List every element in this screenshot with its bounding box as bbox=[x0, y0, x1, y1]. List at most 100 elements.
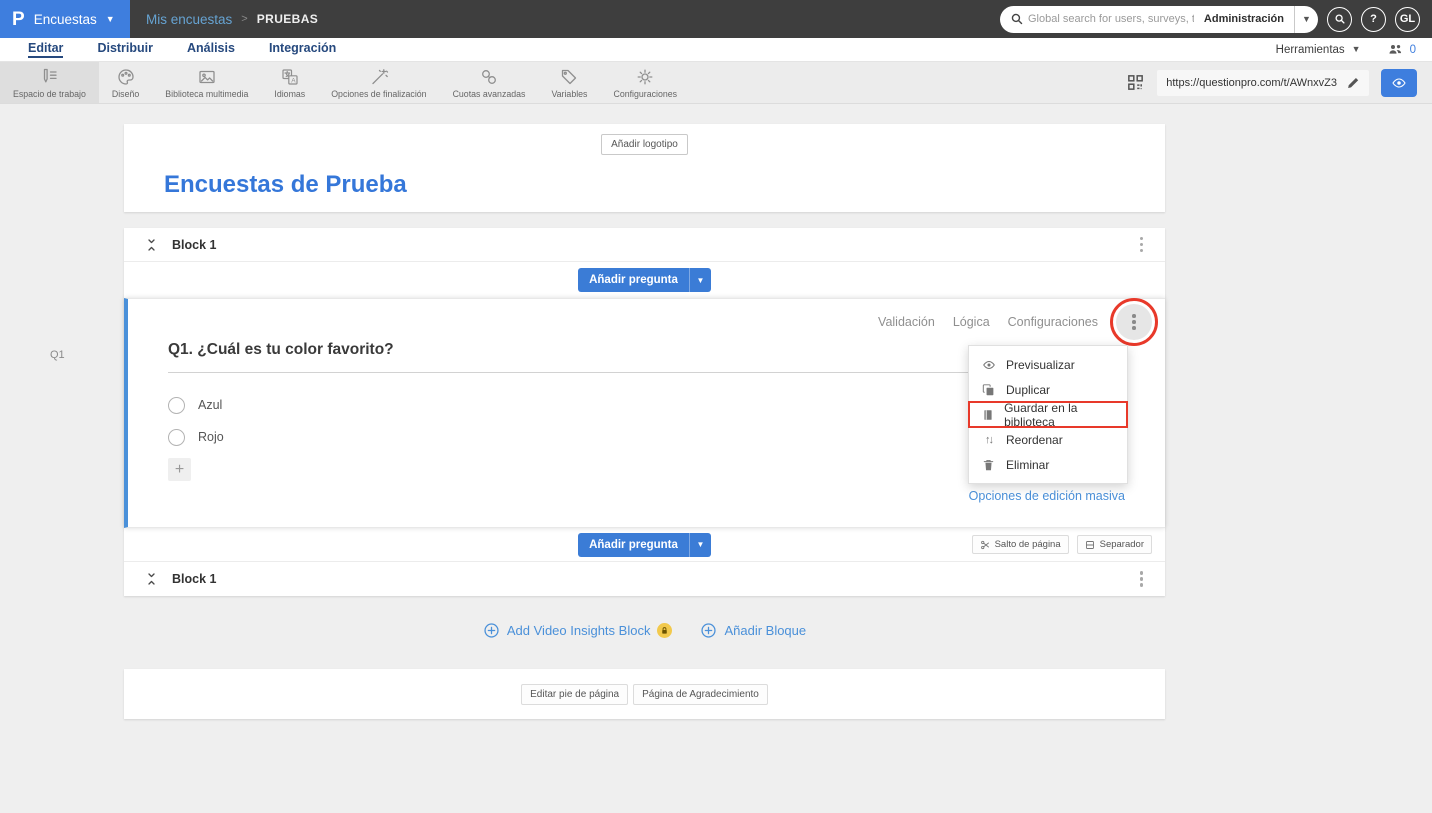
tab-integracion[interactable]: Integración bbox=[269, 41, 336, 58]
settings-link[interactable]: Configuraciones bbox=[1008, 315, 1098, 329]
plus-circle-icon bbox=[483, 622, 500, 639]
product-switcher[interactable]: P Encuestas ▼ bbox=[0, 0, 130, 38]
collaborators[interactable]: 0 bbox=[1387, 42, 1416, 57]
eye-icon bbox=[981, 358, 996, 372]
separator-button[interactable]: Separador bbox=[1076, 535, 1152, 554]
block-label[interactable]: Block 1 bbox=[172, 238, 216, 252]
page-controls: Salto de página Separador bbox=[971, 535, 1152, 554]
nav-right: Herramientas ▼ 0 bbox=[1276, 42, 1416, 57]
add-option-button[interactable]: + bbox=[168, 458, 191, 481]
tab-distribuir[interactable]: Distribuir bbox=[97, 41, 153, 58]
block-menu-kebab-icon[interactable] bbox=[1136, 567, 1148, 591]
breadcrumb: Mis encuestas > PRUEBAS bbox=[146, 12, 318, 27]
toolbar-item-diseno[interactable]: Diseño bbox=[99, 62, 152, 103]
survey-title[interactable]: Encuestas de Prueba bbox=[164, 171, 1165, 199]
add-question-row-bottom: Añadir pregunta ▼ Salto de página Separa… bbox=[124, 528, 1165, 562]
tab-editar[interactable]: Editar bbox=[28, 41, 64, 58]
add-question-button-2[interactable]: Añadir pregunta ▼ bbox=[578, 532, 711, 557]
tools-label: Herramientas bbox=[1275, 43, 1345, 56]
add-block-button[interactable]: Añadir Bloque bbox=[700, 622, 806, 639]
radio-icon[interactable] bbox=[168, 396, 185, 414]
question-card: Validación Lógica Configuraciones Q1. ¿C… bbox=[124, 298, 1165, 528]
radio-icon[interactable] bbox=[168, 428, 185, 446]
separator-icon bbox=[1085, 540, 1095, 550]
option-azul[interactable]: Azul bbox=[168, 389, 224, 421]
tab-analisis[interactable]: Análisis bbox=[187, 41, 235, 58]
avatar[interactable]: GL bbox=[1395, 6, 1420, 32]
reorder-icon: ↑↓ bbox=[985, 433, 994, 446]
trash-icon bbox=[981, 458, 996, 472]
add-logo-button[interactable]: Añadir logotipo bbox=[601, 134, 688, 155]
duplicate-icon bbox=[981, 383, 996, 397]
page-break-button[interactable]: Salto de página bbox=[971, 535, 1069, 554]
top-bar: P Encuestas ▼ Mis encuestas > PRUEBAS Ad… bbox=[0, 0, 1432, 38]
toolbar-item-biblioteca-multimedia[interactable]: Biblioteca multimedia bbox=[152, 62, 261, 103]
survey-footer-card: Editar pie de página Página de Agradecim… bbox=[124, 669, 1165, 719]
global-search[interactable]: Administración ▼ bbox=[1000, 5, 1318, 33]
search-button[interactable] bbox=[1327, 6, 1352, 32]
plus-circle-icon bbox=[700, 622, 717, 639]
block2-header: Block 1 bbox=[124, 562, 1165, 596]
breadcrumb-separator: > bbox=[241, 13, 248, 25]
page-break-icon bbox=[980, 540, 990, 550]
svg-text:A: A bbox=[291, 77, 296, 84]
menu-item-duplicar[interactable]: Duplicar bbox=[969, 377, 1127, 402]
help-button[interactable]: ? bbox=[1361, 6, 1386, 32]
question-menu-kebab-icon[interactable] bbox=[1110, 298, 1158, 346]
toolbar-item-variables[interactable]: Variables bbox=[538, 62, 600, 103]
chevron-down-icon: ▼ bbox=[1351, 44, 1361, 54]
block-menu-kebab-icon[interactable] bbox=[1136, 233, 1148, 257]
toolbar-item-espacio-de-trabajo[interactable]: Espacio de trabajo bbox=[0, 62, 99, 103]
search-scope-dropdown[interactable]: ▼ bbox=[1294, 5, 1318, 33]
menu-item-previsualizar[interactable]: Previsualizar bbox=[969, 352, 1127, 377]
add-video-insights-block-button[interactable]: Add Video Insights Block bbox=[483, 622, 673, 639]
toolbar-item-idiomas[interactable]: A Idiomas bbox=[261, 62, 318, 103]
menu-item-reordenar[interactable]: ↑↓ Reordenar bbox=[969, 427, 1127, 452]
add-question-dropdown[interactable]: ▼ bbox=[688, 532, 711, 557]
question-action-links: Validación Lógica Configuraciones bbox=[878, 298, 1158, 346]
toolbar-item-opciones-de-finalizacion[interactable]: Opciones de finalización bbox=[318, 62, 439, 103]
validation-link[interactable]: Validación bbox=[878, 315, 935, 329]
people-icon bbox=[1387, 42, 1404, 57]
block-label[interactable]: Block 1 bbox=[172, 572, 216, 586]
add-question-row-top: Añadir pregunta ▼ bbox=[124, 262, 1165, 298]
survey-url: https://questionpro.com/t/AWnxvZ3 bbox=[1166, 76, 1337, 89]
editor-toolbar: Espacio de trabajo Diseño Biblioteca mul… bbox=[0, 62, 1432, 104]
admin-scope-label[interactable]: Administración bbox=[1194, 13, 1294, 25]
menu-item-guardar-en-la-biblioteca[interactable]: Guardar en la biblioteca bbox=[968, 401, 1128, 429]
qr-code-icon[interactable] bbox=[1126, 73, 1145, 92]
collapse-icon[interactable] bbox=[144, 237, 159, 253]
collapse-icon[interactable] bbox=[144, 571, 159, 587]
bulk-edit-link[interactable]: Opciones de edición masiva bbox=[969, 489, 1125, 503]
workspace-icon bbox=[39, 67, 59, 87]
nav-tabs: Editar Distribuir Análisis Integración bbox=[28, 41, 336, 58]
translate-icon: A bbox=[280, 67, 300, 87]
edit-footer-button[interactable]: Editar pie de página bbox=[521, 683, 629, 705]
search-input[interactable] bbox=[1028, 13, 1194, 25]
section-nav: Editar Distribuir Análisis Integración H… bbox=[0, 38, 1432, 62]
option-rojo[interactable]: Rojo bbox=[168, 421, 224, 453]
breadcrumb-parent[interactable]: Mis encuestas bbox=[146, 12, 232, 27]
edit-url-pencil-icon[interactable] bbox=[1346, 76, 1360, 90]
logic-link[interactable]: Lógica bbox=[953, 315, 990, 329]
search-icon bbox=[1000, 12, 1028, 26]
add-question-button[interactable]: Añadir pregunta ▼ bbox=[578, 268, 711, 292]
premium-icon bbox=[657, 623, 673, 638]
thank-you-page-button[interactable]: Página de Agradecimiento bbox=[633, 683, 768, 705]
question-side-label: Q1 bbox=[50, 349, 65, 361]
menu-item-eliminar[interactable]: Eliminar bbox=[969, 452, 1127, 477]
survey-url-field[interactable]: https://questionpro.com/t/AWnxvZ3 bbox=[1156, 68, 1370, 97]
toolbar-item-configuraciones[interactable]: Configuraciones bbox=[600, 62, 690, 103]
image-icon bbox=[197, 67, 217, 87]
add-question-dropdown[interactable]: ▼ bbox=[688, 268, 711, 292]
preview-survey-button[interactable] bbox=[1381, 68, 1417, 97]
product-name: Encuestas bbox=[33, 11, 97, 27]
chain-links-icon bbox=[479, 67, 499, 87]
library-icon bbox=[981, 408, 994, 422]
tag-icon bbox=[559, 67, 579, 87]
tools-menu[interactable]: Herramientas ▼ bbox=[1276, 44, 1361, 56]
questionpro-logo: P bbox=[12, 8, 25, 30]
chevron-down-icon: ▼ bbox=[1302, 13, 1311, 24]
toolbar-item-cuotas-avanzadas[interactable]: Cuotas avanzadas bbox=[440, 62, 539, 103]
block-card: Block 1 Añadir pregunta ▼ Validación Lóg… bbox=[124, 228, 1165, 596]
